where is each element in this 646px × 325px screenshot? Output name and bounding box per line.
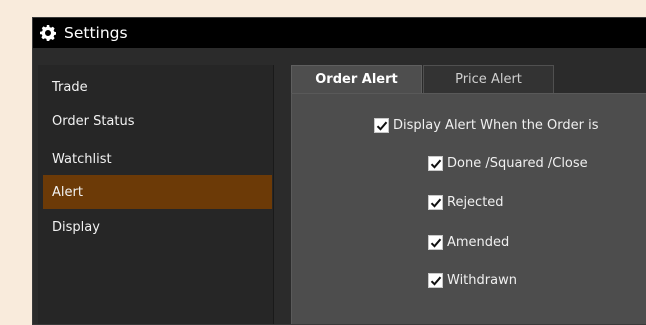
sidebar-item-alert[interactable]: Alert — [43, 175, 272, 209]
amended-checkbox[interactable] — [428, 235, 443, 250]
gear-icon — [40, 25, 56, 41]
sidebar-item-trade[interactable]: Trade — [43, 70, 272, 104]
order-alert-panel: Display Alert When the Order is Done /Sq… — [291, 94, 646, 324]
sidebar-item-order-status[interactable]: Order Status — [43, 104, 272, 138]
rejected-label: Rejected — [447, 195, 504, 210]
withdrawn-label: Withdrawn — [447, 273, 517, 288]
display-alert-option[interactable]: Display Alert When the Order is — [374, 118, 599, 133]
rejected-option[interactable]: Rejected — [428, 195, 504, 210]
withdrawn-option[interactable]: Withdrawn — [428, 273, 517, 288]
amended-option[interactable]: Amended — [428, 235, 509, 250]
display-alert-label: Display Alert When the Order is — [393, 118, 599, 133]
checkmark-icon — [430, 159, 441, 169]
alert-tabs: Order Alert Price Alert — [291, 65, 646, 94]
tab-price-alert[interactable]: Price Alert — [423, 65, 554, 93]
done-squared-close-checkbox[interactable] — [428, 156, 443, 171]
sidebar-item-watchlist[interactable]: Watchlist — [43, 142, 272, 176]
rejected-checkbox[interactable] — [428, 195, 443, 210]
sidebar-item-display[interactable]: Display — [43, 210, 272, 244]
done-squared-close-label: Done /Squared /Close — [447, 156, 588, 171]
checkmark-icon — [430, 198, 441, 208]
title-bar: Settings — [33, 18, 646, 48]
window-title: Settings — [64, 24, 128, 42]
withdrawn-checkbox[interactable] — [428, 273, 443, 288]
settings-sidebar: Trade Order Status Watchlist Alert Displ… — [38, 65, 274, 324]
display-alert-checkbox[interactable] — [374, 118, 389, 133]
done-squared-close-option[interactable]: Done /Squared /Close — [428, 156, 588, 171]
checkmark-icon — [430, 276, 441, 286]
checkmark-icon — [430, 238, 441, 248]
amended-label: Amended — [447, 235, 510, 250]
settings-window: Settings Trade Order Status Watchlist Al… — [32, 17, 646, 325]
tab-order-alert[interactable]: Order Alert — [291, 65, 422, 93]
checkmark-icon — [376, 121, 387, 131]
